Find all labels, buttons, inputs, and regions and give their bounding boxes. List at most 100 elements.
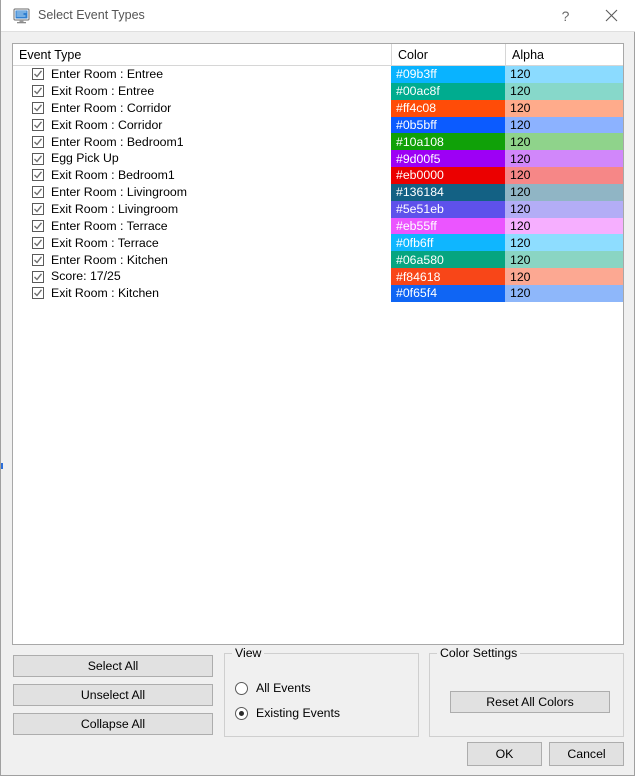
color-settings-group: Color Settings Reset All Colors bbox=[429, 646, 624, 737]
cancel-button[interactable]: Cancel bbox=[549, 742, 624, 766]
alpha-cell[interactable]: 120 bbox=[505, 284, 623, 302]
color-cell[interactable]: #09b3ff bbox=[391, 66, 505, 83]
checkbox-icon[interactable] bbox=[32, 270, 44, 283]
alpha-cell[interactable]: 120 bbox=[505, 251, 623, 269]
window-title: Select Event Types bbox=[38, 8, 145, 22]
checkbox-icon[interactable] bbox=[32, 152, 44, 165]
event-type-cell[interactable]: Score: 17/25 bbox=[13, 268, 391, 285]
color-cell[interactable]: #5e51eb bbox=[391, 200, 505, 218]
alpha-cell[interactable]: 120 bbox=[505, 82, 623, 100]
alpha-cell[interactable]: 120 bbox=[505, 150, 623, 168]
event-type-label: Exit Room : Bedroom1 bbox=[51, 168, 175, 183]
window-edge-marker bbox=[1, 463, 3, 469]
close-icon bbox=[605, 9, 618, 22]
alpha-cell[interactable]: 120 bbox=[505, 268, 623, 285]
select-event-types-dialog: Select Event Types ? Event Type Color Al… bbox=[0, 0, 635, 776]
ok-button[interactable]: OK bbox=[467, 742, 542, 766]
column-header-color[interactable]: Color bbox=[391, 44, 505, 66]
event-type-cell[interactable]: Exit Room : Corridor bbox=[13, 116, 391, 134]
event-type-cell[interactable]: Enter Room : Corridor bbox=[13, 99, 391, 117]
table-row[interactable]: Enter Room : Livingroom #136184 120 bbox=[13, 183, 623, 201]
table-row[interactable]: Exit Room : Terrace #0fb6ff 120 bbox=[13, 234, 623, 252]
radio-existing-events[interactable]: Existing Events bbox=[235, 706, 340, 720]
event-type-list-panel: Event Type Color Alpha Enter Room : Entr… bbox=[12, 43, 624, 645]
column-header-alpha[interactable]: Alpha bbox=[505, 44, 623, 66]
table-row[interactable]: Enter Room : Terrace #eb55ff 120 bbox=[13, 217, 623, 235]
unselect-all-button[interactable]: Unselect All bbox=[13, 684, 213, 706]
monitor-icon bbox=[13, 8, 30, 24]
list-header: Event Type Color Alpha bbox=[13, 44, 623, 66]
alpha-cell[interactable]: 120 bbox=[505, 234, 623, 252]
checkbox-icon[interactable] bbox=[32, 135, 44, 148]
select-all-button[interactable]: Select All bbox=[13, 655, 213, 677]
table-row[interactable]: Exit Room : Kitchen #0f65f4 120 bbox=[13, 284, 623, 302]
table-row[interactable]: Enter Room : Bedroom1 #10a108 120 bbox=[13, 133, 623, 151]
checkbox-icon[interactable] bbox=[32, 253, 44, 266]
event-type-label: Exit Room : Livingroom bbox=[51, 202, 179, 217]
list-rows: Enter Room : Entree #09b3ff 120 Exit Room :… bbox=[13, 66, 623, 644]
table-row[interactable]: Exit Room : Entree #00ac8f 120 bbox=[13, 82, 623, 100]
color-cell[interactable]: #00ac8f bbox=[391, 82, 505, 100]
event-type-cell[interactable]: Enter Room : Terrace bbox=[13, 217, 391, 235]
checkbox-icon[interactable] bbox=[32, 169, 44, 182]
table-row[interactable]: Score: 17/25 #f84618 120 bbox=[13, 268, 623, 285]
event-type-cell[interactable]: Enter Room : Entree bbox=[13, 66, 391, 83]
checkbox-icon[interactable] bbox=[32, 203, 44, 216]
reset-all-colors-button[interactable]: Reset All Colors bbox=[450, 691, 610, 713]
alpha-cell[interactable]: 120 bbox=[505, 99, 623, 117]
event-type-cell[interactable]: Egg Pick Up bbox=[13, 150, 391, 168]
checkbox-icon[interactable] bbox=[32, 220, 44, 233]
radio-icon-all-events bbox=[235, 681, 248, 695]
color-cell[interactable]: #eb0000 bbox=[391, 167, 505, 184]
color-cell[interactable]: #ff4c08 bbox=[391, 99, 505, 117]
color-cell[interactable]: #f84618 bbox=[391, 268, 505, 285]
color-cell[interactable]: #10a108 bbox=[391, 133, 505, 151]
event-type-cell[interactable]: Exit Room : Kitchen bbox=[13, 284, 391, 302]
radio-label-all-events: All Events bbox=[256, 681, 311, 695]
alpha-cell[interactable]: 120 bbox=[505, 66, 623, 83]
radio-all-events[interactable]: All Events bbox=[235, 681, 311, 695]
checkbox-icon[interactable] bbox=[32, 102, 44, 115]
alpha-cell[interactable]: 120 bbox=[505, 116, 623, 134]
color-cell[interactable]: #0b5bff bbox=[391, 116, 505, 134]
checkbox-icon[interactable] bbox=[32, 68, 44, 81]
table-row[interactable]: Exit Room : Corridor #0b5bff 120 bbox=[13, 116, 623, 134]
event-type-label: Enter Room : Entree bbox=[51, 67, 164, 82]
collapse-all-button[interactable]: Collapse All bbox=[13, 713, 213, 735]
event-type-cell[interactable]: Exit Room : Livingroom bbox=[13, 200, 391, 218]
color-cell[interactable]: #eb55ff bbox=[391, 217, 505, 235]
checkbox-icon[interactable] bbox=[32, 186, 44, 199]
checkbox-icon[interactable] bbox=[32, 118, 44, 131]
alpha-cell[interactable]: 120 bbox=[505, 183, 623, 201]
event-type-label: Enter Room : Bedroom1 bbox=[51, 134, 184, 149]
event-type-cell[interactable]: Enter Room : Bedroom1 bbox=[13, 133, 391, 151]
checkbox-icon[interactable] bbox=[32, 85, 44, 98]
column-header-event-type[interactable]: Event Type bbox=[13, 44, 391, 66]
table-row[interactable]: Exit Room : Livingroom #5e51eb 120 bbox=[13, 200, 623, 218]
event-type-cell[interactable]: Exit Room : Terrace bbox=[13, 234, 391, 252]
event-type-cell[interactable]: Exit Room : Bedroom1 bbox=[13, 167, 391, 184]
checkbox-icon[interactable] bbox=[32, 287, 44, 300]
event-type-cell[interactable]: Enter Room : Kitchen bbox=[13, 251, 391, 269]
alpha-cell[interactable]: 120 bbox=[505, 200, 623, 218]
checkbox-icon[interactable] bbox=[32, 236, 44, 249]
table-row[interactable]: Enter Room : Kitchen #06a580 120 bbox=[13, 251, 623, 269]
help-button[interactable]: ? bbox=[543, 0, 588, 31]
color-cell[interactable]: #0f65f4 bbox=[391, 284, 505, 302]
color-cell[interactable]: #06a580 bbox=[391, 251, 505, 269]
event-type-cell[interactable]: Enter Room : Livingroom bbox=[13, 183, 391, 201]
event-type-cell[interactable]: Exit Room : Entree bbox=[13, 82, 391, 100]
table-row[interactable]: Enter Room : Corridor #ff4c08 120 bbox=[13, 99, 623, 117]
alpha-cell[interactable]: 120 bbox=[505, 217, 623, 235]
table-row[interactable]: Enter Room : Entree #09b3ff 120 bbox=[13, 66, 623, 83]
table-row[interactable]: Egg Pick Up #9d00f5 120 bbox=[13, 150, 623, 168]
color-cell[interactable]: #136184 bbox=[391, 183, 505, 201]
close-button[interactable] bbox=[589, 0, 634, 31]
radio-icon-existing-events bbox=[235, 706, 248, 720]
alpha-cell[interactable]: 120 bbox=[505, 167, 623, 184]
color-cell[interactable]: #0fb6ff bbox=[391, 234, 505, 252]
event-type-label: Enter Room : Corridor bbox=[51, 100, 172, 115]
alpha-cell[interactable]: 120 bbox=[505, 133, 623, 151]
table-row[interactable]: Exit Room : Bedroom1 #eb0000 120 bbox=[13, 167, 623, 184]
color-cell[interactable]: #9d00f5 bbox=[391, 150, 505, 168]
